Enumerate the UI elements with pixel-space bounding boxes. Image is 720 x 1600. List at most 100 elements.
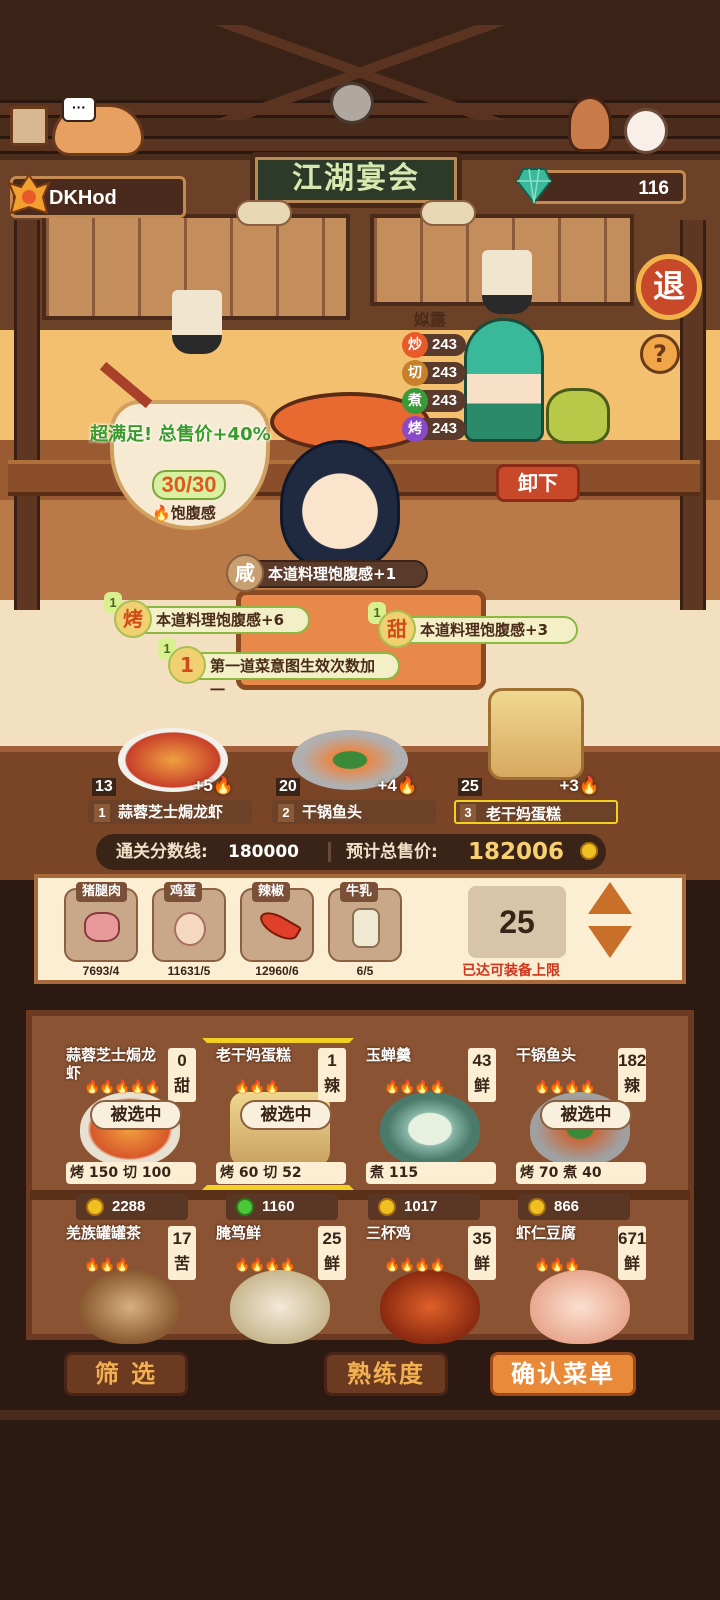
- fire-icon: 🔥: [212, 776, 234, 795]
- help-button[interactable]: ?: [640, 334, 680, 374]
- ingredient-name: 鸡蛋: [164, 882, 203, 902]
- flavor-count: 35: [472, 1229, 492, 1248]
- gem-count: 116: [638, 178, 669, 199]
- dish-bonus-value: +5: [193, 776, 213, 795]
- tea-image: [80, 1270, 180, 1344]
- menu-card-lobster[interactable]: 蒜蓉芝士焗龙虾 🔥🔥🔥🔥🔥 0甜 被选中 烤 150 切 100: [60, 1044, 200, 1184]
- buff-first-dish: 1 1 第一道菜意图生效次数加一: [158, 638, 400, 699]
- fire-icon: 🔥: [152, 504, 171, 522]
- menu-card-pork-soup[interactable]: 腌笃鲜 🔥🔥🔥🔥 25 鲜: [210, 1222, 350, 1344]
- ingredient-qty: 7693/4: [82, 964, 120, 978]
- price-value: 1017: [404, 1198, 438, 1215]
- fire-rating: 🔥🔥🔥: [534, 1258, 581, 1273]
- menu-card-chicken[interactable]: 三杯鸡 🔥🔥🔥🔥 35 鲜: [360, 1222, 500, 1344]
- arrow-up-icon[interactable]: [588, 882, 632, 914]
- card-name: 腌笃鲜: [216, 1224, 262, 1242]
- flavor-tag: 182 辣: [618, 1048, 646, 1102]
- flavor-tag: 35 鲜: [468, 1226, 496, 1280]
- flavor-count: 17: [172, 1229, 192, 1248]
- capacity-count: 25: [468, 886, 566, 958]
- dish-count: 25: [458, 778, 482, 796]
- card-skills: 烤 150 切 100: [66, 1162, 196, 1184]
- chef-character[interactable]: [464, 318, 544, 442]
- ingredient-egg[interactable]: 鸡蛋: [152, 882, 226, 962]
- dish-bonus: +3🔥: [559, 776, 600, 796]
- menu-card-tea[interactable]: 羌族罐罐茶 🔥🔥🔥 17 苦: [60, 1222, 200, 1344]
- estimate-value: 182006: [468, 839, 565, 865]
- fire-rating: 🔥🔥🔥🔥: [384, 1258, 446, 1273]
- chef-stat-stirfry: 炒 243: [402, 332, 466, 358]
- chef-stat-boil: 煮 243: [402, 388, 466, 414]
- menu-card-fishhead[interactable]: 干锅鱼头 🔥🔥🔥🔥 182 辣 被选中 烤 70 煮 40: [510, 1044, 650, 1184]
- hanging-lantern-left: [172, 290, 222, 354]
- price-value: 866: [554, 1198, 580, 1215]
- buff-roast: 1 烤 本道料理饱腹感+6: [104, 592, 310, 638]
- arrow-down-icon[interactable]: [588, 926, 632, 958]
- pork-icon: [84, 912, 120, 942]
- flavor-tag: 671 鲜: [618, 1226, 646, 1280]
- card-name: 玉蝉羹: [366, 1046, 412, 1064]
- flavor-count: 43: [472, 1051, 492, 1070]
- price-tag: 1017: [368, 1194, 480, 1220]
- tofu-image: [530, 1270, 630, 1344]
- flavor-count: 0: [177, 1051, 187, 1070]
- floor-base: [0, 1410, 720, 1420]
- dish-bonus: +5🔥: [193, 776, 234, 796]
- gem-counter[interactable]: 116: [530, 170, 686, 204]
- game-screen: ··· DKHod 江湖宴会 116 退 ? 姒露 炒 243 切 243 煮 …: [0, 0, 720, 1600]
- filter-button[interactable]: 筛 选: [64, 1352, 188, 1396]
- confirm-menu-button[interactable]: 确认菜单: [490, 1352, 636, 1396]
- ingredient-panel: 猪腿肉 7693/4 鸡蛋 11631/5 辣椒 12960/6 牛乳 6/5 …: [34, 874, 686, 984]
- ingredient-qty: 12960/6: [255, 964, 299, 978]
- dish-index: 2: [278, 804, 294, 822]
- ingredient-milk[interactable]: 牛乳: [328, 882, 402, 962]
- ingredient-chili[interactable]: 辣椒: [240, 882, 314, 962]
- dish-index: 3: [460, 804, 476, 822]
- roast-buff-icon: 烤: [114, 600, 152, 638]
- unload-button[interactable]: 卸下: [496, 464, 580, 502]
- dish-count: 20: [276, 778, 300, 796]
- buff-text: 本道料理饱腹感+3: [420, 621, 549, 639]
- dish-bonus: +4🔥: [377, 776, 418, 796]
- coin-icon: [378, 1198, 396, 1216]
- estimate-label: 预计总售价:: [346, 842, 438, 862]
- chili-icon: [255, 906, 303, 946]
- menu-card-tofu[interactable]: 虾仁豆腐 🔥🔥🔥 671 鲜: [510, 1222, 650, 1344]
- dish-name: 干锅鱼头: [272, 800, 436, 824]
- table-dish-2[interactable]: 20 +4🔥 干锅鱼头 2: [272, 774, 436, 826]
- capacity-label: 已达可装备上限: [462, 963, 560, 979]
- dish-name: 老干妈蛋糕: [454, 800, 618, 824]
- pork-soup-image: [230, 1270, 330, 1344]
- fire-icon: 🔥: [578, 776, 600, 795]
- card-skills: 煮 115: [366, 1162, 496, 1184]
- selected-badge: 被选中: [90, 1100, 182, 1130]
- buff-text: 本道料理饱腹感+1: [268, 565, 397, 583]
- card-name: 干锅鱼头: [516, 1046, 577, 1064]
- player-name-plate[interactable]: DKHod: [7, 173, 186, 218]
- menu-card-soup[interactable]: 玉蝉羹 🔥🔥🔥🔥 43 鲜 煮 115: [360, 1044, 500, 1184]
- threshold-label: 通关分数线:: [116, 842, 208, 862]
- table-dish-3[interactable]: 25 +3🔥 老干妈蛋糕 3: [454, 774, 618, 826]
- fire-rating: 🔥🔥🔥🔥: [534, 1080, 596, 1095]
- flavor-count: 25: [322, 1229, 342, 1248]
- cloud-ornament-right: [420, 200, 476, 226]
- wood-post-left: [14, 220, 40, 610]
- chicken-image: [380, 1270, 480, 1344]
- cake-dish-image: [488, 688, 584, 780]
- flavor-tag: 17 苦: [168, 1226, 196, 1280]
- boil-icon: 煮: [402, 388, 428, 414]
- ingredient-pork[interactable]: 猪腿肉: [64, 882, 138, 962]
- card-skills: 烤 70 煮 40: [516, 1162, 646, 1184]
- stat-value: 243: [432, 336, 458, 353]
- paw-box-icon[interactable]: [10, 106, 48, 146]
- chat-bubble-icon[interactable]: ···: [62, 96, 96, 122]
- banquet-title: 江湖宴会: [292, 161, 420, 196]
- proficiency-button[interactable]: 熟练度: [324, 1352, 448, 1396]
- unload-label: 卸下: [518, 471, 558, 495]
- exit-button[interactable]: 退: [636, 254, 702, 320]
- ingredient-name: 辣椒: [252, 882, 291, 902]
- coin-icon: [86, 1198, 104, 1216]
- table-dish-1[interactable]: 13 +5🔥 蒜蓉芝士焗龙虾 1: [88, 774, 252, 826]
- customer-character[interactable]: [280, 440, 400, 570]
- buff-text: 第一道菜意图生效次数加一: [210, 657, 376, 699]
